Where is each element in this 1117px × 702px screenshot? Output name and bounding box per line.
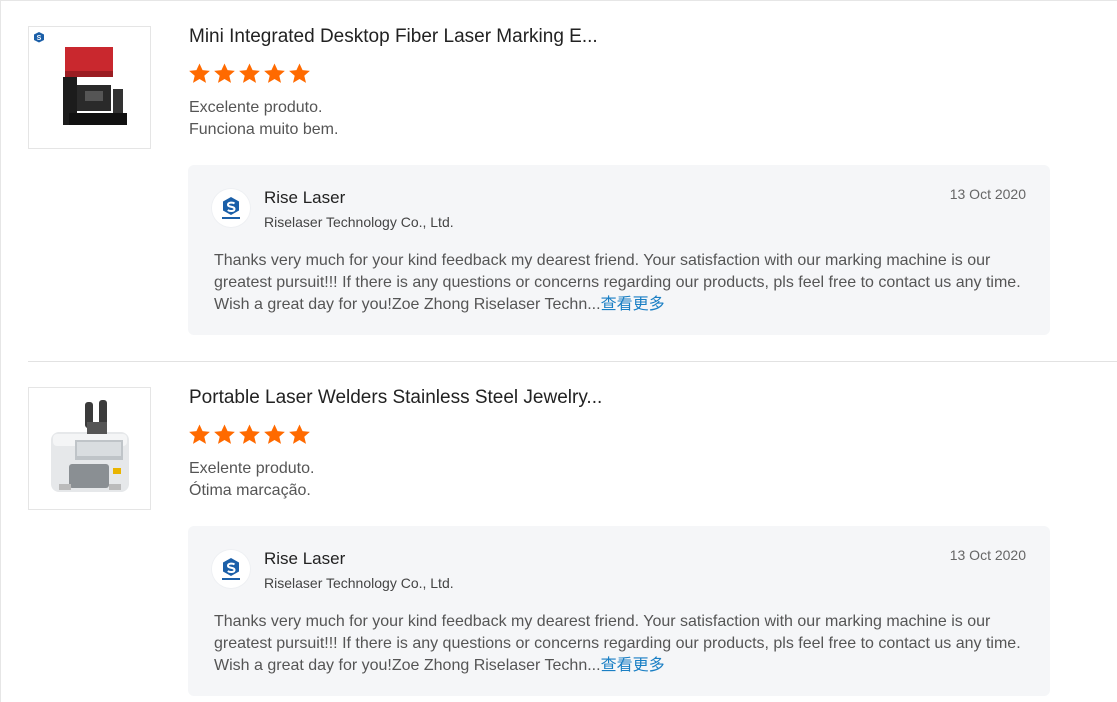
review-line: Excelente produto. <box>189 99 323 116</box>
view-more-link[interactable]: 查看更多 <box>601 296 665 313</box>
top-border <box>0 0 1117 1</box>
review-line: Funciona muito bem. <box>189 121 339 138</box>
reply-date: 13 Oct 2020 <box>949 186 1026 202</box>
product-title[interactable]: Mini Integrated Desktop Fiber Laser Mark… <box>189 26 598 48</box>
review-line: Ótima marcação. <box>189 482 311 499</box>
left-border <box>0 0 1 702</box>
star-icon <box>289 63 310 83</box>
star-rating <box>188 423 311 446</box>
product-thumbnail[interactable] <box>28 387 151 510</box>
star-icon <box>239 63 260 83</box>
reply-body: Thanks very much for your kind feedback … <box>214 611 1034 677</box>
review-text: Excelente produto. Funciona muito bem. <box>189 97 338 141</box>
star-icon <box>214 424 235 444</box>
star-icon <box>264 63 285 83</box>
seller-reply: Rise Laser Riselaser Technology Co., Ltd… <box>188 526 1050 696</box>
view-more-link[interactable]: 查看更多 <box>601 657 665 674</box>
laser-marking-machine-image: S <box>29 27 150 148</box>
star-icon <box>189 63 210 83</box>
review-divider <box>28 361 1117 362</box>
svg-text:S: S <box>37 35 42 42</box>
star-icon <box>264 424 285 444</box>
product-thumbnail[interactable]: S <box>28 26 151 149</box>
star-icon <box>239 424 260 444</box>
seller-name: Rise Laser <box>264 188 346 207</box>
seller-company: Riselaser Technology Co., Ltd. <box>264 575 454 591</box>
product-title[interactable]: Portable Laser Welders Stainless Steel J… <box>189 387 602 409</box>
seller-reply: Rise Laser Riselaser Technology Co., Ltd… <box>188 165 1050 335</box>
reply-body: Thanks very much for your kind feedback … <box>214 250 1034 316</box>
reply-date: 13 Oct 2020 <box>949 547 1026 563</box>
star-rating <box>188 62 311 85</box>
star-icon <box>289 424 310 444</box>
laser-welder-image <box>29 388 150 509</box>
star-icon <box>214 63 235 83</box>
star-icon <box>189 424 210 444</box>
review-text: Exelente produto. Ótima marcação. <box>189 458 314 502</box>
riselaser-logo <box>212 550 250 588</box>
review-line: Exelente produto. <box>189 460 315 477</box>
seller-name: Rise Laser <box>264 549 346 568</box>
riselaser-logo <box>212 189 250 227</box>
seller-company: Riselaser Technology Co., Ltd. <box>264 214 454 230</box>
